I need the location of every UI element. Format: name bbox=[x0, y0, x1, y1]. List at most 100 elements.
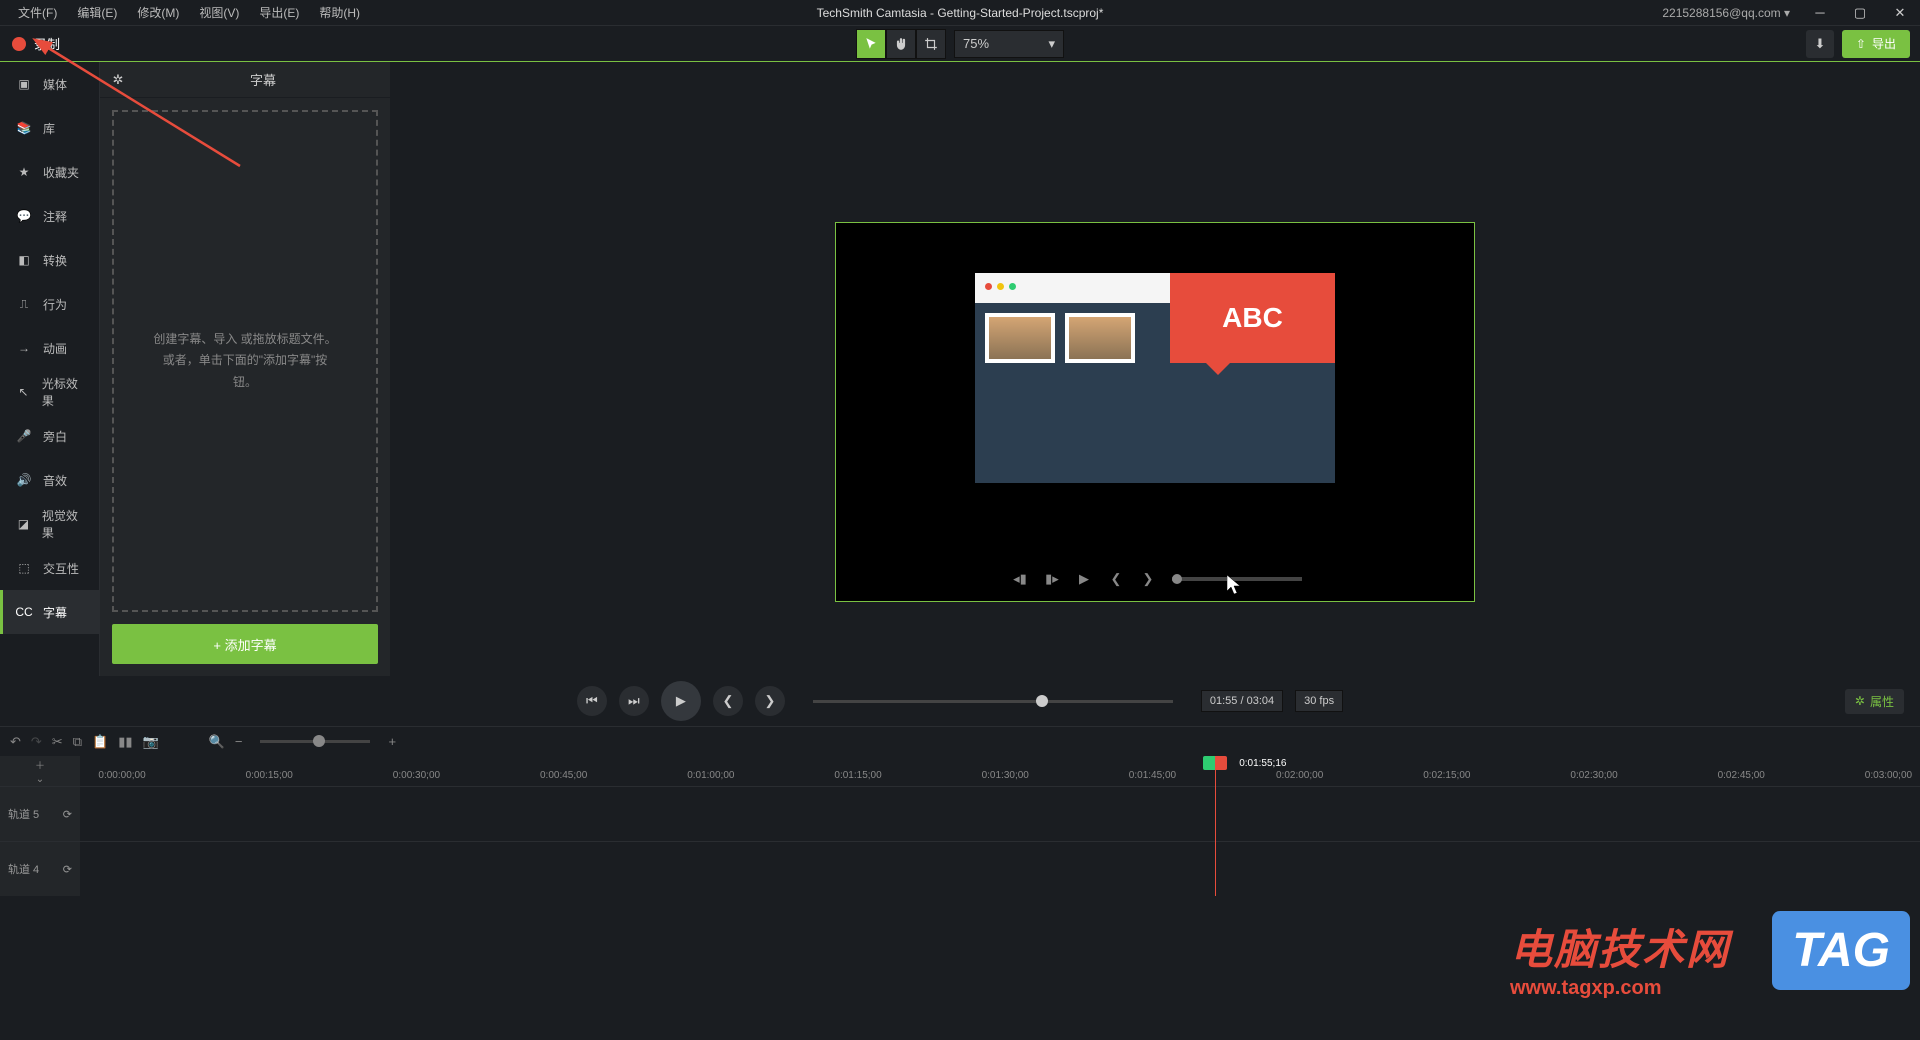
menu-view[interactable]: 视图(V) bbox=[189, 0, 249, 26]
rail-annotations[interactable]: 💬注释 bbox=[0, 194, 99, 238]
dropzone-text: 创建字幕、导入 或拖放标题文件。 或者，单击下面的"添加字幕"按 钮。 bbox=[137, 329, 352, 394]
track-row[interactable] bbox=[80, 841, 1920, 896]
menu-modify[interactable]: 修改(M) bbox=[127, 0, 189, 26]
browser-dots bbox=[985, 283, 1016, 290]
undo-button[interactable]: ↶ bbox=[10, 734, 21, 750]
rail-transitions[interactable]: ◧转换 bbox=[0, 238, 99, 282]
paste-button[interactable]: 📋 bbox=[92, 734, 108, 750]
playhead-grip[interactable] bbox=[1203, 756, 1227, 770]
canvas-prev-frame[interactable]: ◂▮ bbox=[1008, 567, 1032, 591]
split-button[interactable]: ▮▮ bbox=[118, 734, 132, 750]
track-row[interactable] bbox=[80, 786, 1920, 841]
rail-library[interactable]: 📚库 bbox=[0, 106, 99, 150]
mic-icon: 🎤 bbox=[15, 429, 33, 443]
toolbar: 录制 75% ▾ ⬇ ⇧ 导出 bbox=[0, 26, 1920, 62]
app-title: TechSmith Camtasia - Getting-Started-Pro… bbox=[817, 6, 1104, 20]
menu-edit[interactable]: 编辑(E) bbox=[67, 0, 127, 26]
playhead-time: 0:01:55;16 bbox=[1239, 758, 1286, 769]
timeline-toolbar: ↶ ↷ ✂ ⧉ 📋 ▮▮ 📷 🔍 − + bbox=[0, 726, 1920, 756]
playback-bar: ⏮ ⏭ ▶ ❮ ❯ 01:55 / 03:04 30 fps ✲ 属性 bbox=[0, 676, 1920, 726]
cc-icon: CC bbox=[15, 605, 33, 619]
track-add-controls[interactable]: ＋ ⌄ bbox=[0, 756, 80, 786]
transition-icon: ◧ bbox=[15, 253, 33, 267]
ruler-tick: 0:01:45;00 bbox=[1129, 770, 1176, 781]
download-button[interactable]: ⬇ bbox=[1806, 30, 1834, 58]
canvas-controls: ◂▮ ▮▸ ▶ ❮ ❯ bbox=[836, 567, 1474, 591]
menu-help[interactable]: 帮助(H) bbox=[309, 0, 370, 26]
playhead[interactable] bbox=[1215, 756, 1216, 786]
canvas-back[interactable]: ❮ bbox=[1104, 567, 1128, 591]
timeline: ＋ ⌄ 0:01:55;16 0:00:00;000:00:15;000:00:… bbox=[0, 756, 1920, 1036]
rail-visual[interactable]: ◪视觉效果 bbox=[0, 502, 99, 546]
rail-favorites[interactable]: ★收藏夹 bbox=[0, 150, 99, 194]
zoom-slider[interactable] bbox=[260, 740, 370, 743]
rail-interactivity[interactable]: ⬚交互性 bbox=[0, 546, 99, 590]
behavior-icon: ⎍ bbox=[15, 297, 33, 312]
record-icon bbox=[12, 37, 26, 51]
crop-tool[interactable] bbox=[916, 29, 946, 59]
record-button[interactable]: 录制 bbox=[0, 26, 72, 62]
rail-animations[interactable]: →动画 bbox=[0, 326, 99, 370]
animation-icon: → bbox=[15, 341, 33, 355]
menu-file[interactable]: 文件(F) bbox=[8, 0, 67, 26]
menu-export[interactable]: 导出(E) bbox=[249, 0, 309, 26]
track-header-5[interactable]: 轨道 5 ⟳ bbox=[0, 786, 80, 841]
canvas-content: ABC bbox=[975, 273, 1335, 483]
zoom-dropdown[interactable]: 75% ▾ bbox=[954, 30, 1064, 58]
step-back-button[interactable]: ❮ bbox=[713, 686, 743, 716]
record-label: 录制 bbox=[34, 34, 60, 53]
account-dropdown[interactable]: 2215288156@qq.com ▾ bbox=[1652, 6, 1800, 20]
play-button[interactable]: ▶ bbox=[661, 681, 701, 721]
canvas-next-frame[interactable]: ▮▸ bbox=[1040, 567, 1064, 591]
ruler-tick: 0:03:00;00 bbox=[1865, 770, 1912, 781]
snapshot-button[interactable]: 📷 bbox=[143, 734, 159, 750]
add-caption-button[interactable]: + 添加字幕 bbox=[112, 624, 378, 664]
track-area[interactable] bbox=[80, 786, 1920, 896]
close-button[interactable]: ✕ bbox=[1880, 0, 1920, 26]
next-clip-button[interactable]: ⏭ bbox=[619, 686, 649, 716]
track-4-label: 轨道 4 bbox=[8, 861, 39, 877]
step-forward-button[interactable]: ❯ bbox=[755, 686, 785, 716]
zoom-out-button[interactable]: − bbox=[235, 734, 243, 749]
rail-narration[interactable]: 🎤旁白 bbox=[0, 414, 99, 458]
caption-dropzone[interactable]: 创建字幕、导入 或拖放标题文件。 或者，单击下面的"添加字幕"按 钮。 bbox=[112, 110, 378, 612]
library-icon: 📚 bbox=[15, 121, 33, 135]
ruler-tick: 0:02:00;00 bbox=[1276, 770, 1323, 781]
share-icon: ⇧ bbox=[1856, 37, 1866, 51]
timeline-ruler[interactable]: 0:01:55;16 0:00:00;000:00:15;000:00:30;0… bbox=[80, 756, 1920, 786]
zoom-in-button[interactable]: + bbox=[388, 734, 396, 749]
playback-scrubber[interactable] bbox=[813, 700, 1173, 703]
cut-button[interactable]: ✂ bbox=[52, 734, 63, 750]
speech-bubble: ABC bbox=[1170, 273, 1335, 363]
zoom-search-icon: 🔍 bbox=[209, 734, 225, 750]
ruler-tick: 0:00:00;00 bbox=[98, 770, 145, 781]
select-tool[interactable] bbox=[856, 29, 886, 59]
annotation-icon: 💬 bbox=[15, 209, 33, 223]
side-panel: ✲ 字幕 创建字幕、导入 或拖放标题文件。 或者，单击下面的"添加字幕"按 钮。… bbox=[100, 62, 390, 676]
maximize-button[interactable]: ▢ bbox=[1840, 0, 1880, 26]
prev-clip-button[interactable]: ⏮ bbox=[577, 686, 607, 716]
mouse-cursor bbox=[1227, 575, 1243, 595]
rail-audio[interactable]: 🔊音效 bbox=[0, 458, 99, 502]
ruler-tick: 0:02:45;00 bbox=[1718, 770, 1765, 781]
export-label: 导出 bbox=[1872, 35, 1896, 52]
export-button[interactable]: ⇧ 导出 bbox=[1842, 30, 1910, 58]
track-options-icon[interactable]: ⟳ bbox=[63, 863, 72, 876]
canvas-frame[interactable]: ABC ◂▮ ▮▸ ▶ ❮ ❯ bbox=[835, 222, 1475, 602]
minimize-button[interactable]: ─ bbox=[1800, 0, 1840, 26]
canvas-play[interactable]: ▶ bbox=[1072, 567, 1096, 591]
track-options-icon[interactable]: ⟳ bbox=[63, 808, 72, 821]
track-header-4[interactable]: 轨道 4 ⟳ bbox=[0, 841, 80, 896]
rail-behaviors[interactable]: ⎍行为 bbox=[0, 282, 99, 326]
properties-button[interactable]: ✲ 属性 bbox=[1845, 689, 1904, 714]
redo-button[interactable]: ↷ bbox=[31, 734, 42, 750]
rail-captions[interactable]: CC字幕 bbox=[0, 590, 99, 634]
collapse-icon: ⌄ bbox=[36, 774, 44, 785]
rail-media[interactable]: ▣媒体 bbox=[0, 62, 99, 106]
canvas-forward[interactable]: ❯ bbox=[1136, 567, 1160, 591]
panel-settings[interactable]: ✲ bbox=[100, 72, 136, 88]
copy-button[interactable]: ⧉ bbox=[73, 734, 82, 750]
thumbnail bbox=[985, 313, 1055, 363]
hand-tool[interactable] bbox=[886, 29, 916, 59]
rail-cursor[interactable]: ↖光标效果 bbox=[0, 370, 99, 414]
